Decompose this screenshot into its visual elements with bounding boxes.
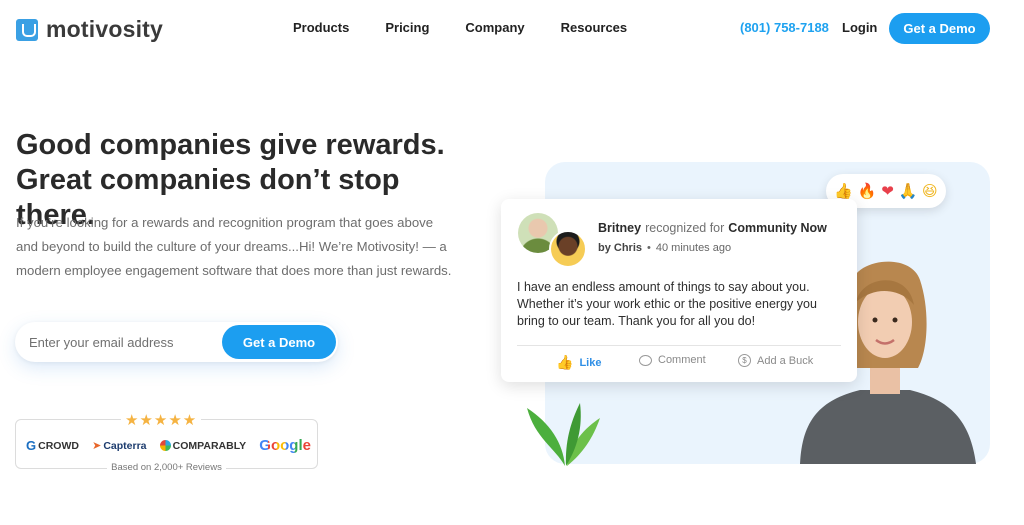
nav-pricing[interactable]: Pricing bbox=[385, 20, 429, 35]
reviews-badge: ★★★★★ G CROWD ➤ Capterra COMPARABLY Google… bbox=[15, 411, 318, 473]
laugh-icon[interactable]: 😆 bbox=[922, 182, 938, 200]
sender-avatar bbox=[549, 230, 587, 268]
capterra-icon: ➤ bbox=[92, 440, 102, 452]
card-meta: by Chris • 40 minutes ago bbox=[598, 242, 731, 254]
google-logo: Google bbox=[259, 437, 311, 454]
thumbs-up-icon[interactable]: 👍 bbox=[834, 182, 853, 200]
card-divider bbox=[517, 345, 841, 346]
post-time: 40 minutes ago bbox=[655, 242, 732, 254]
pray-icon[interactable]: 🙏 bbox=[899, 182, 918, 200]
leaf-decoration bbox=[527, 403, 600, 466]
comment-button[interactable]: Comment bbox=[639, 354, 706, 366]
email-input[interactable] bbox=[29, 322, 219, 362]
company-value[interactable]: Community Now bbox=[728, 221, 827, 235]
dollar-icon: $ bbox=[738, 354, 751, 367]
meta-separator: • bbox=[647, 242, 651, 254]
recipient-name[interactable]: Britney bbox=[598, 221, 641, 235]
comment-icon bbox=[639, 354, 652, 366]
g2-crowd-logo: G CROWD bbox=[26, 438, 79, 453]
comparably-logo: COMPARABLY bbox=[159, 440, 246, 452]
get-demo-header-button[interactable]: Get a Demo bbox=[889, 13, 990, 44]
comparably-icon bbox=[159, 440, 171, 451]
email-signup-form: Get a Demo bbox=[15, 322, 338, 362]
recognition-message: I have an endless amount of things to sa… bbox=[517, 280, 817, 328]
heart-icon[interactable]: ❤ bbox=[881, 182, 894, 200]
nav-products[interactable]: Products bbox=[293, 20, 349, 35]
thumbs-up-icon: 👍 bbox=[556, 354, 574, 370]
main-nav: Products Pricing Company Resources bbox=[293, 20, 663, 35]
login-link[interactable]: Login bbox=[842, 20, 877, 35]
headline-line-1: Good companies give rewards. bbox=[16, 129, 445, 161]
reviews-caption: Based on 2,000+ Reviews bbox=[107, 462, 226, 473]
brand-name: motivosity bbox=[46, 16, 164, 42]
phone-link[interactable]: (801) 758-7188 bbox=[740, 20, 829, 35]
logo[interactable]: motivosity bbox=[16, 16, 163, 43]
logo-icon bbox=[16, 18, 38, 41]
hero-subtext: If you’re looking for a rewards and reco… bbox=[16, 215, 452, 278]
fire-icon[interactable]: 🔥 bbox=[858, 182, 877, 200]
recognition-card: Britney recognized for Community Now by Ch… bbox=[501, 199, 857, 382]
g2-icon: G bbox=[26, 438, 37, 453]
review-logos: G CROWD ➤ Capterra COMPARABLY Google bbox=[26, 437, 311, 454]
like-button[interactable]: 👍 Like bbox=[556, 354, 601, 371]
sender-name: by Chris bbox=[598, 242, 643, 254]
card-headline: Britney recognized for Community Now bbox=[598, 221, 827, 235]
get-demo-hero-button[interactable]: Get a Demo bbox=[222, 325, 336, 359]
recognized-for-label: recognized for bbox=[645, 221, 725, 235]
capterra-logo: ➤ Capterra bbox=[92, 439, 147, 453]
add-buck-button[interactable]: $ Add a Buck bbox=[738, 354, 813, 367]
nav-company[interactable]: Company bbox=[465, 20, 524, 35]
rating-stars: ★★★★★ bbox=[121, 411, 202, 429]
reviews-caption-wrap: Based on 2,000+ Reviews bbox=[16, 462, 317, 473]
nav-resources[interactable]: Resources bbox=[561, 20, 627, 35]
